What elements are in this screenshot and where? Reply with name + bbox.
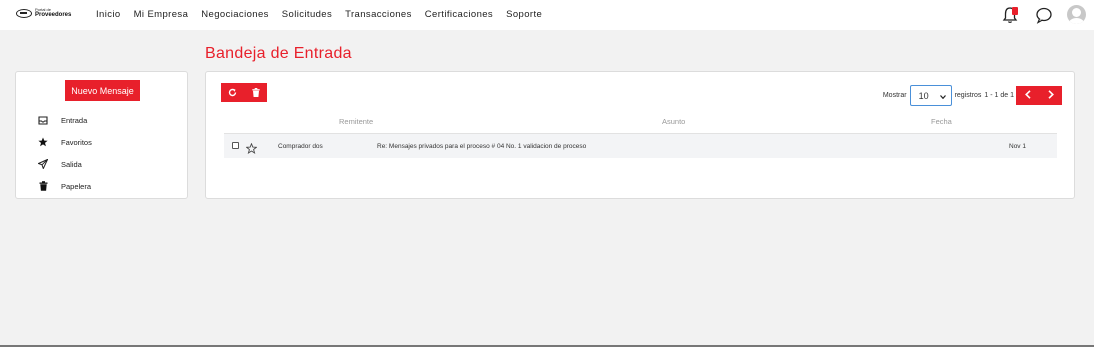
top-navbar: Portal de Proveedores Inicio Mi Empresa … [0, 0, 1094, 30]
nav-soporte[interactable]: Soporte [506, 9, 542, 20]
pager [1016, 86, 1062, 105]
sidebar-item-label: Entrada [61, 115, 88, 125]
portal-logo[interactable]: Portal de Proveedores [16, 3, 74, 23]
row-subject[interactable]: Re: Mensajes privados para el proceso # … [377, 143, 586, 150]
chevron-left-icon [1024, 90, 1031, 101]
page-title: Bandeja de Entrada [205, 45, 352, 62]
column-header-date[interactable]: Fecha [931, 117, 952, 126]
new-message-button[interactable]: Nuevo Mensaje [65, 80, 140, 101]
table-row[interactable]: Comprador dos Re: Mensajes privados para… [224, 133, 1057, 158]
column-header-sender[interactable]: Remitente [339, 117, 373, 126]
nav-mi-empresa[interactable]: Mi Empresa [134, 9, 189, 20]
trash-icon [251, 84, 260, 102]
chevron-down-icon [939, 91, 946, 101]
nav-transacciones[interactable]: Transacciones [345, 9, 412, 20]
logo-mark-icon [16, 8, 32, 18]
inbox-icon [38, 115, 48, 125]
logo-big-text: Proveedores [35, 12, 72, 18]
nav-inicio[interactable]: Inicio [96, 9, 121, 20]
nav-negociaciones[interactable]: Negociaciones [201, 9, 269, 20]
nav-solicitudes[interactable]: Solicitudes [282, 9, 332, 20]
sidebar-item-entrada[interactable]: Entrada [38, 115, 87, 125]
show-label: Mostrar [882, 92, 907, 99]
previous-page-button[interactable] [1016, 86, 1039, 105]
page-size-select[interactable]: 10 [909, 85, 952, 106]
refresh-button[interactable] [221, 83, 244, 102]
delete-button[interactable] [244, 83, 267, 102]
trash-icon [38, 181, 48, 191]
records-label: registros [954, 92, 982, 99]
row-sender: Comprador dos [278, 143, 323, 150]
sidebar-item-papelera[interactable]: Papelera [38, 181, 91, 191]
star-outline-icon[interactable] [245, 141, 258, 155]
main-nav: Inicio Mi Empresa Negociaciones Solicitu… [96, 9, 555, 20]
page-size-value: 10 [918, 90, 929, 101]
records-range: 1 - 1 de 1 [984, 92, 1014, 99]
sidebar-item-salida[interactable]: Salida [38, 159, 82, 169]
next-page-button[interactable] [1039, 86, 1062, 105]
sidebar-item-label: Favoritos [61, 137, 92, 147]
sidebar-item-label: Papelera [61, 181, 92, 191]
sidebar-item-favoritos[interactable]: Favoritos [38, 137, 92, 147]
chat-bubble-icon[interactable] [1035, 6, 1053, 24]
notification-badge [1012, 6, 1018, 15]
inbox-actions [221, 83, 267, 102]
notifications-bell-icon[interactable] [1001, 6, 1019, 24]
inbox-panel: Mostrar 10 registros 1 - 1 de 1 Remitent… [205, 71, 1075, 199]
send-icon [38, 159, 48, 169]
star-icon [38, 137, 48, 147]
sidebar-item-label: Salida [61, 159, 82, 169]
column-header-subject[interactable]: Asunto [662, 117, 685, 126]
nav-certificaciones[interactable]: Certificaciones [425, 9, 493, 20]
row-date: Nov 1 [1009, 143, 1026, 150]
refresh-icon [228, 84, 237, 102]
row-checkbox[interactable] [232, 142, 239, 149]
pagination-controls: Mostrar 10 registros 1 - 1 de 1 [883, 85, 1062, 106]
mailbox-sidebar: Nuevo Mensaje Entrada Favoritos Salida P… [15, 71, 188, 199]
chevron-right-icon [1047, 90, 1054, 101]
user-avatar[interactable] [1067, 5, 1086, 24]
